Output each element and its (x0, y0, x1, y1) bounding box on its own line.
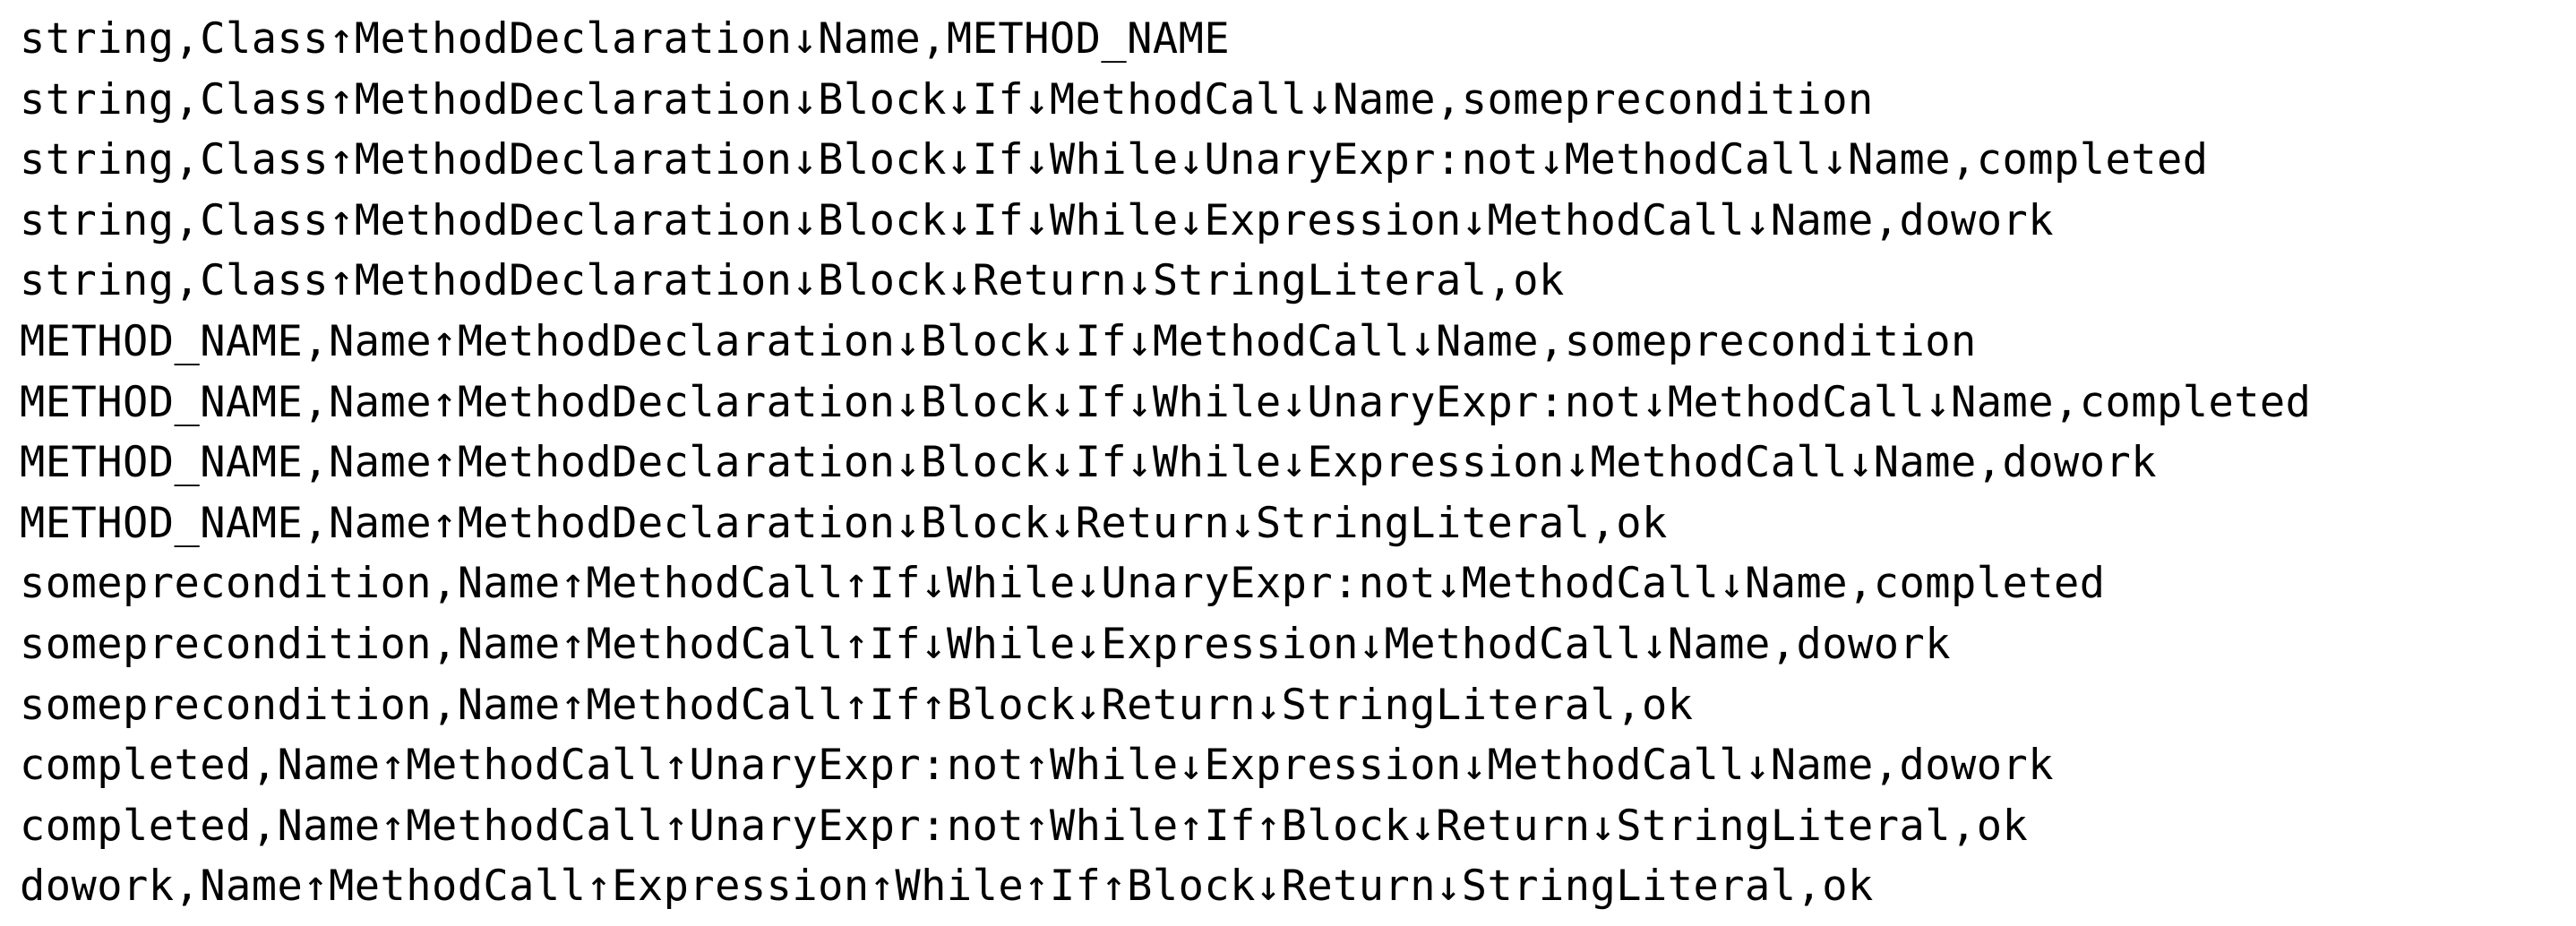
path-line: someprecondition,Name↑MethodCall↑If↓Whil… (20, 619, 1951, 669)
path-line: string,Class↑MethodDeclaration↓Block↓If↓… (20, 135, 2209, 185)
path-line: dowork,Name↑MethodCall↑Expression↑While↑… (20, 862, 1874, 912)
path-line: string,Class↑MethodDeclaration↓Block↓If↓… (20, 74, 1874, 124)
path-line: completed,Name↑MethodCall↑UnaryExpr:not↑… (20, 741, 2054, 791)
path-line: string,Class↑MethodDeclaration↓Block↓Ret… (20, 256, 1565, 306)
path-line: string,Class↑MethodDeclaration↓Name,METH… (20, 14, 1231, 64)
path-line: METHOD_NAME,Name↑MethodDeclaration↓Block… (20, 438, 2157, 488)
path-line: someprecondition,Name↑MethodCall↑If↑Bloc… (20, 680, 1694, 730)
path-line: METHOD_NAME,Name↑MethodDeclaration↓Block… (20, 316, 1977, 366)
path-context-listing: string,Class↑MethodDeclaration↓Name,METH… (20, 9, 2311, 917)
path-line: string,Class↑MethodDeclaration↓Block↓If↓… (20, 195, 2054, 245)
path-line: METHOD_NAME,Name↑MethodDeclaration↓Block… (20, 498, 1668, 548)
path-line: completed,Name↑MethodCall↑UnaryExpr:not↑… (20, 801, 2029, 851)
path-line: METHOD_NAME,Name↑MethodDeclaration↓Block… (20, 377, 2312, 427)
path-line: someprecondition,Name↑MethodCall↑If↓Whil… (20, 559, 2106, 609)
